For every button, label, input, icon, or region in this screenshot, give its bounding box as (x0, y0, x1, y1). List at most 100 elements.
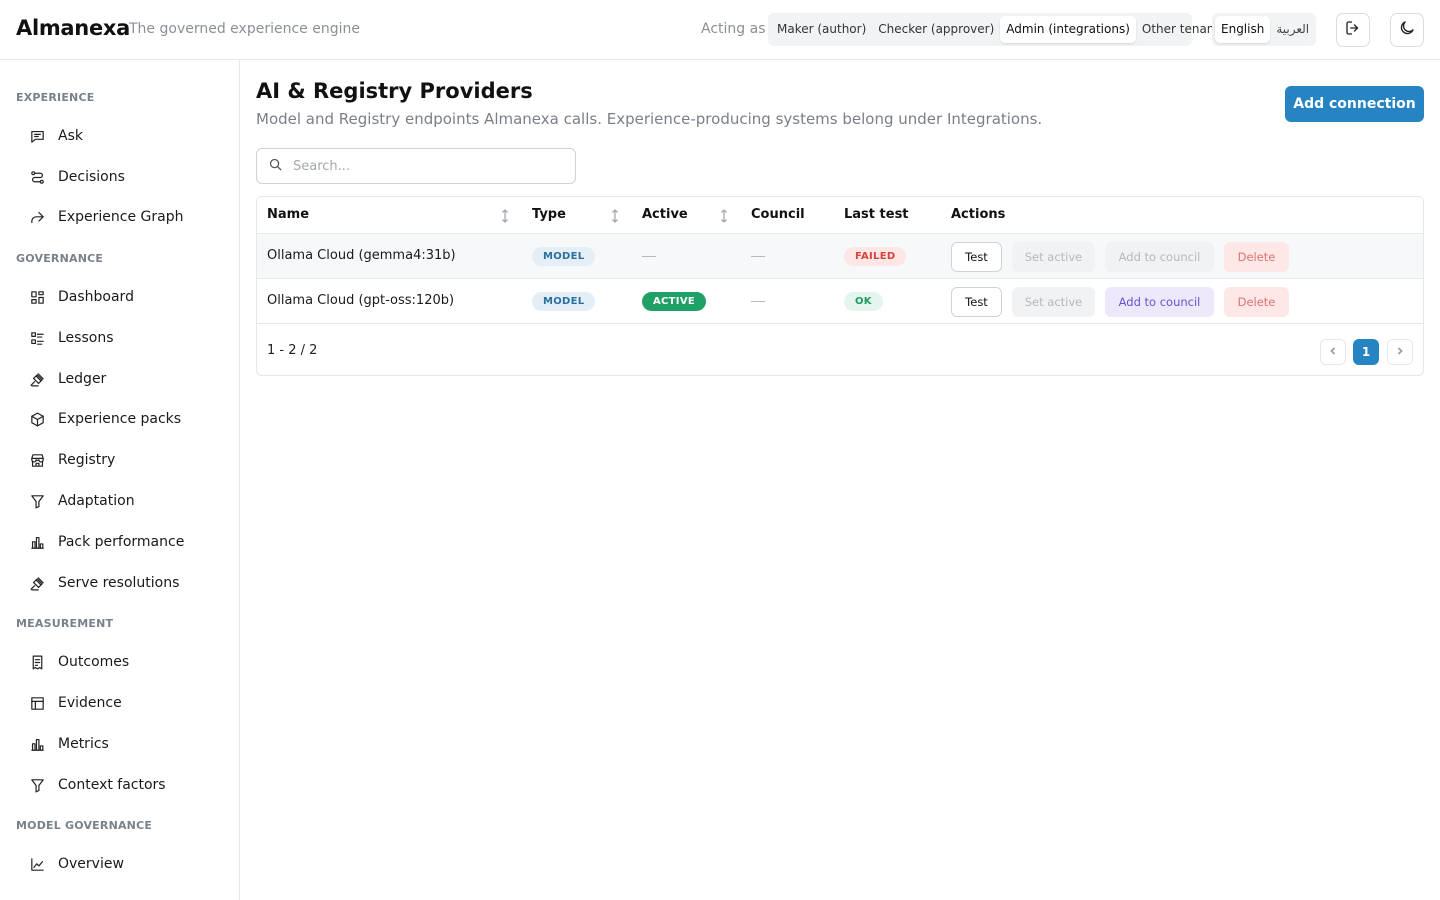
chevron-left-icon (1328, 345, 1338, 359)
dashboard-grid-icon (16, 289, 58, 306)
sidebar-item-experience-graph[interactable]: Experience Graph (16, 199, 224, 235)
pagination-summary: 1 - 2 / 2 (267, 343, 318, 358)
sidebar-item-label: Ledger (58, 371, 107, 387)
sidebar-item-context-factors[interactable]: Context factors (16, 767, 224, 803)
sidebar-item-label: Experience Graph (58, 209, 184, 225)
section-title-governance: GOVERNANCE (16, 252, 104, 265)
column-header-name[interactable]: Name (267, 207, 309, 222)
set-active-button[interactable]: Set active (1012, 242, 1095, 272)
search-input[interactable] (293, 158, 553, 174)
acting-as-label: Acting as (701, 21, 766, 37)
previous-page-button[interactable] (1320, 339, 1346, 365)
logout-icon (1344, 19, 1362, 41)
sidebar-item-metrics[interactable]: Metrics (16, 726, 224, 762)
sidebar-item-pack-performance[interactable]: Pack performance (16, 524, 224, 560)
section-title-experience: EXPERIENCE (16, 91, 95, 104)
role-admin[interactable]: Admin (integrations) (1000, 16, 1136, 43)
set-active-button[interactable]: Set active (1012, 287, 1095, 317)
sidebar-item-overview[interactable]: Overview (16, 846, 224, 882)
add-to-council-button[interactable]: Add to council (1105, 242, 1214, 272)
sidebar-item-decisions[interactable]: Decisions (16, 159, 224, 195)
package-icon (16, 411, 58, 428)
next-page-button[interactable] (1387, 339, 1413, 365)
brand-tagline: The governed experience engine (129, 21, 360, 37)
section-title-measurement: MEASUREMENT (16, 617, 114, 630)
sidebar-item-adaptation[interactable]: Adaptation (16, 483, 224, 519)
list-icon (16, 330, 58, 347)
providers-table: Name Type Active Council Last test Actio… (256, 196, 1424, 376)
sidebar-item-registry[interactable]: Registry (16, 442, 224, 478)
table-row: Ollama Cloud (gpt-oss:120b) MODEL ACTIVE… (257, 279, 1423, 324)
filter-icon (16, 777, 58, 794)
add-to-council-button[interactable]: Add to council (1105, 287, 1214, 317)
sidebar-item-outcomes[interactable]: Outcomes (16, 644, 224, 680)
role-checker[interactable]: Checker (approver) (872, 16, 1000, 43)
column-header-last-test: Last test (844, 207, 909, 222)
sidebar-item-evidence[interactable]: Evidence (16, 685, 224, 721)
language-arabic[interactable]: العربية (1270, 16, 1315, 43)
chat-icon (16, 128, 58, 145)
provider-name: Ollama Cloud (gpt-oss:120b) (267, 293, 455, 308)
receipt-icon (16, 654, 58, 671)
gavel-icon (16, 371, 58, 388)
type-badge: MODEL (532, 292, 596, 311)
sort-icon[interactable] (501, 208, 509, 223)
sidebar: EXPERIENCE Ask Decisions Experience Grap… (0, 60, 240, 900)
top-bar: Almanexa The governed experience engine … (0, 0, 1440, 60)
moon-icon (1398, 19, 1416, 41)
theme-toggle-button[interactable] (1390, 13, 1424, 47)
page-subtitle: Model and Registry endpoints Almanexa ca… (256, 110, 1043, 128)
column-header-actions: Actions (951, 207, 1006, 222)
bar-chart-icon (16, 736, 58, 753)
sidebar-item-experience-packs[interactable]: Experience packs (16, 401, 224, 437)
sidebar-item-label: Evidence (58, 695, 122, 711)
layout-icon (16, 695, 58, 712)
search-box (256, 148, 576, 184)
council-empty-dash (751, 301, 765, 302)
sidebar-item-label: Experience packs (58, 411, 182, 427)
sidebar-item-serve-resolutions[interactable]: Serve resolutions (16, 565, 224, 601)
sidebar-item-label: Outcomes (58, 654, 130, 670)
sort-icon[interactable] (611, 208, 619, 223)
filter-icon (16, 493, 58, 510)
gavel-icon (16, 575, 58, 592)
last-test-ok-badge: OK (844, 292, 883, 311)
search-icon (257, 157, 283, 176)
logout-button[interactable] (1336, 13, 1370, 47)
delete-button[interactable]: Delete (1224, 242, 1289, 272)
sidebar-item-label: Serve resolutions (58, 575, 180, 591)
sidebar-item-label: Decisions (58, 169, 125, 185)
chevron-right-icon (1395, 345, 1405, 359)
sidebar-item-label: Context factors (58, 777, 166, 793)
last-test-failed-badge: FAILED (844, 247, 907, 266)
sidebar-item-lessons[interactable]: Lessons (16, 320, 224, 356)
sidebar-item-dashboard[interactable]: Dashboard (16, 279, 224, 315)
delete-button[interactable]: Delete (1224, 287, 1289, 317)
table-header: Name Type Active Council Last test Actio… (257, 197, 1423, 234)
type-badge: MODEL (532, 247, 596, 266)
sidebar-item-label: Registry (58, 452, 116, 468)
sidebar-item-label: Dashboard (58, 289, 134, 305)
table-row: Ollama Cloud (gemma4:31b) MODEL FAILED T… (257, 234, 1423, 279)
column-header-active[interactable]: Active (642, 207, 688, 222)
sidebar-item-ledger[interactable]: Ledger (16, 361, 224, 397)
brand-logo[interactable]: Almanexa (16, 16, 130, 40)
add-connection-button[interactable]: Add connection (1285, 86, 1424, 122)
test-button[interactable]: Test (951, 287, 1002, 317)
page-button-current[interactable]: 1 (1353, 339, 1379, 365)
test-button[interactable]: Test (951, 242, 1002, 272)
sidebar-item-label: Lessons (58, 330, 114, 346)
line-chart-icon (16, 856, 58, 873)
sidebar-item-label: Overview (58, 856, 124, 872)
sidebar-item-label: Adaptation (58, 493, 135, 509)
council-empty-dash (751, 256, 765, 257)
language-english[interactable]: English (1215, 16, 1271, 43)
share-arrow-icon (16, 209, 58, 226)
language-switcher: English العربية (1212, 13, 1316, 46)
sort-icon[interactable] (720, 208, 728, 223)
role-maker[interactable]: Maker (author) (771, 16, 872, 43)
sidebar-item-ask[interactable]: Ask (16, 118, 224, 154)
column-header-type[interactable]: Type (532, 207, 566, 222)
page-title: AI & Registry Providers (256, 79, 533, 103)
section-title-model-governance: MODEL GOVERNANCE (16, 819, 153, 832)
